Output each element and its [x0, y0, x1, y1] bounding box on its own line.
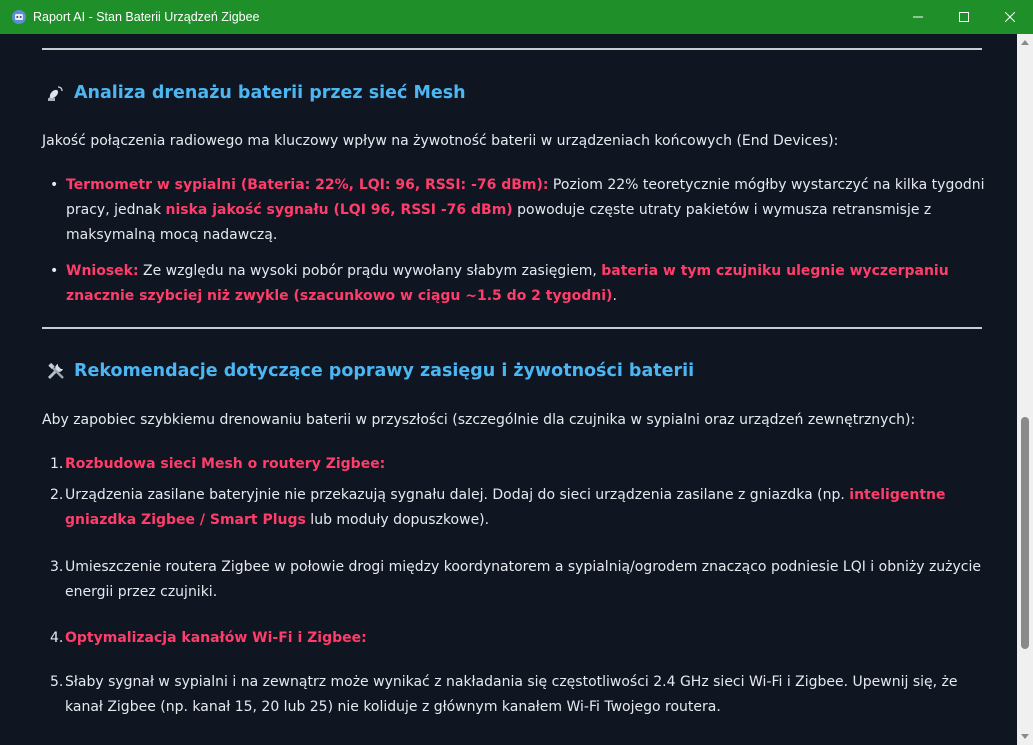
- chevron-down-icon: [1021, 734, 1029, 739]
- minimize-button[interactable]: [895, 0, 941, 34]
- scroll-down-button[interactable]: [1017, 729, 1033, 745]
- close-button[interactable]: [987, 0, 1033, 34]
- report-content[interactable]: Analiza drenażu baterii przez sieć Mesh …: [0, 34, 1017, 745]
- app-icon: [11, 9, 27, 25]
- body-text: Ze względu na wysoki pobór prądu wywołan…: [138, 263, 602, 279]
- list-item: 1. Rozbudowa sieci Mesh o routery Zigbee…: [50, 452, 985, 477]
- list-item: 2. Urządzenia zasilane bateryjnie nie pr…: [50, 483, 985, 533]
- divider: [42, 327, 982, 329]
- list-item: 5. Słaby sygnał w sypialni i na zewnątrz…: [50, 670, 985, 720]
- body-text: .: [612, 288, 617, 304]
- close-icon: [1005, 12, 1015, 22]
- highlight-text: Rozbudowa sieci Mesh o routery Zigbee:: [65, 456, 386, 472]
- highlight-text: Termometr w sypialni (Bateria: 22%, LQI:…: [66, 177, 549, 193]
- bullet-icon: •: [50, 263, 59, 279]
- minimize-icon: [913, 16, 923, 18]
- highlight-text: Wniosek:: [66, 263, 139, 279]
- list-number: 3.: [50, 559, 64, 575]
- list-number: 5.: [50, 674, 64, 690]
- scroll-thumb[interactable]: [1021, 417, 1029, 649]
- body-text: Słaby sygnał w sypialni i na zewnątrz mo…: [65, 674, 958, 715]
- section-intro: Jakość połączenia radiowego ma kluczowy …: [42, 133, 839, 149]
- bullet-icon: •: [50, 177, 59, 193]
- body-text: lub moduły dopuszkowe).: [305, 512, 490, 528]
- list-number: 1.: [50, 456, 64, 472]
- window-title: Raport AI - Stan Baterii Urządzeń Zigbee: [33, 10, 260, 24]
- list-number: 2.: [50, 487, 64, 503]
- satellite-dish-icon: [46, 83, 66, 103]
- section-heading-text: Rekomendacje dotyczące poprawy zasięgu i…: [74, 361, 695, 381]
- divider: [42, 48, 982, 50]
- section-intro: Aby zapobiec szybkiemu drenowaniu bateri…: [42, 412, 916, 428]
- section-heading-mesh: Analiza drenażu baterii przez sieć Mesh: [46, 83, 466, 103]
- highlight-text: Optymalizacja kanałów Wi-Fi i Zigbee:: [65, 630, 367, 646]
- maximize-button[interactable]: [941, 0, 987, 34]
- section-heading-recommendations: Rekomendacje dotyczące poprawy zasięgu i…: [46, 361, 694, 381]
- vertical-scrollbar[interactable]: [1017, 34, 1033, 745]
- scroll-up-button[interactable]: [1017, 34, 1033, 50]
- section-heading-text: Analiza drenażu baterii przez sieć Mesh: [74, 83, 466, 103]
- list-item: • Wniosek: Ze względu na wysoki pobór pr…: [50, 259, 985, 309]
- highlight-text: niska jakość sygnału (LQI 96, RSSI -76 d…: [165, 202, 513, 218]
- window-controls: [895, 0, 1033, 34]
- body-text: Umieszczenie routera Zigbee w połowie dr…: [65, 559, 981, 600]
- body-text: Urządzenia zasilane bateryjnie nie przek…: [65, 487, 850, 503]
- list-item: • Termometr w sypialni (Bateria: 22%, LQ…: [50, 173, 985, 248]
- maximize-icon: [959, 12, 969, 22]
- chevron-up-icon: [1021, 40, 1029, 45]
- list-item: 4. Optymalizacja kanałów Wi-Fi i Zigbee:: [50, 626, 985, 651]
- list-number: 4.: [50, 630, 64, 646]
- list-item: 3. Umieszczenie routera Zigbee w połowie…: [50, 555, 985, 605]
- tools-icon: [46, 361, 66, 381]
- title-bar[interactable]: Raport AI - Stan Baterii Urządzeń Zigbee: [0, 0, 1033, 34]
